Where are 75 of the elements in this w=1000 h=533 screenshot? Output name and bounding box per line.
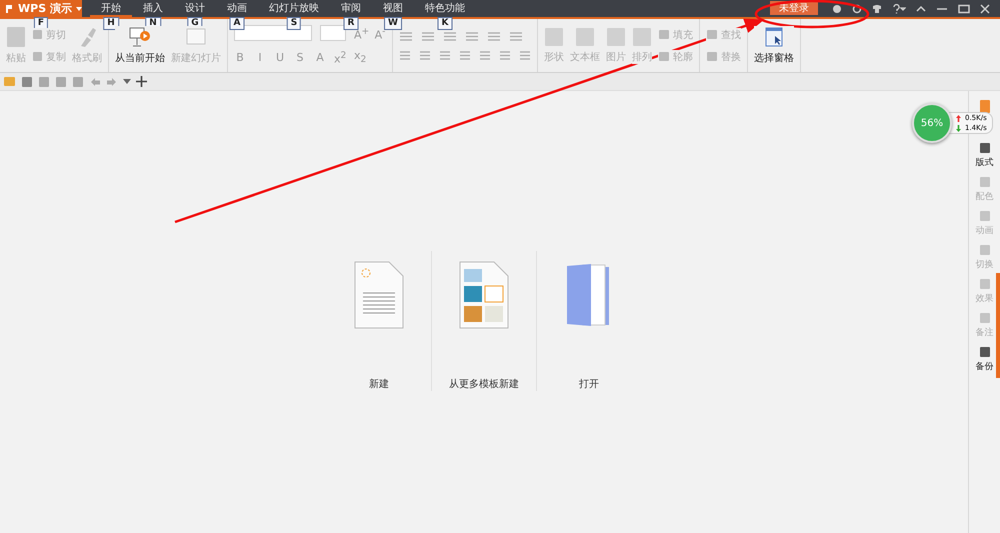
font-size-button[interactable]: A$^{-}$	[374, 26, 386, 42]
ribbon-tab[interactable]: 动画	[216, 0, 258, 17]
ribbon-tab[interactable]: 视图	[372, 0, 414, 17]
template-document-icon	[458, 261, 510, 329]
projector-play-icon	[128, 26, 152, 48]
keytip: H	[103, 17, 119, 30]
redo-icon	[106, 76, 118, 86]
align-icon	[519, 50, 531, 60]
align-icon	[399, 50, 411, 60]
align-icon	[439, 50, 451, 60]
launcher-item[interactable]: 新建	[327, 251, 431, 391]
document-icon	[978, 99, 990, 114]
selection-pane-button[interactable]: 选择窗格	[754, 26, 794, 65]
font-style-button[interactable]: x$^{2}$	[334, 50, 346, 66]
panel-icon	[978, 244, 990, 256]
align-icon	[479, 50, 491, 60]
pane-icon	[764, 26, 784, 48]
panel-icon	[978, 142, 990, 154]
launcher-item[interactable]: 打开	[536, 251, 641, 391]
panel-icon	[978, 210, 990, 222]
shirt-icon	[872, 4, 882, 14]
keytip: K	[438, 17, 452, 30]
list-icon	[421, 30, 435, 42]
list-icon	[487, 30, 501, 42]
ribbon-tab[interactable]: 插入	[132, 0, 174, 17]
launcher-item[interactable]: 从更多模板新建	[431, 251, 536, 391]
panel-icon	[978, 346, 990, 358]
close-icon	[980, 4, 990, 14]
align-icon	[459, 50, 471, 60]
undo-icon	[89, 76, 101, 86]
font-style-button[interactable]: A	[314, 51, 326, 64]
panel-icon	[978, 312, 990, 324]
keytip: R	[344, 17, 358, 30]
launcher-label: 从更多模板新建	[449, 378, 519, 391]
align-icon	[499, 50, 511, 60]
caret-icon	[123, 79, 131, 84]
list-icon	[399, 30, 413, 42]
logo-icon	[5, 4, 14, 14]
font-name-field[interactable]	[234, 25, 312, 42]
add-icon	[136, 76, 147, 87]
ribbon-button[interactable]: 从当前开始	[115, 26, 165, 65]
launcher-label: 新建	[369, 378, 389, 391]
list-icon	[465, 30, 479, 42]
refresh-icon	[852, 4, 862, 14]
font-style-button[interactable]: x$_{2}$	[354, 49, 366, 66]
down-arrow-icon	[956, 124, 961, 132]
ribbon-tab[interactable]: 特色功能	[414, 0, 476, 17]
help-icon	[892, 4, 906, 14]
ribbon-tab[interactable]: 审阅	[330, 0, 372, 17]
panel-icon	[978, 278, 990, 290]
keytip: W	[384, 17, 402, 30]
ribbon-tab[interactable]: 设计	[174, 0, 216, 17]
maximize-icon	[958, 4, 970, 14]
align-icon	[419, 50, 431, 60]
font-style-button[interactable]: S	[294, 51, 306, 64]
collapse-handle[interactable]	[996, 273, 1000, 378]
font-style-button[interactable]: I	[254, 51, 266, 64]
launcher-label: 打开	[579, 378, 599, 391]
font-style-button[interactable]: U	[274, 51, 286, 64]
collapse-icon	[916, 4, 926, 14]
app-menu-button[interactable]: WPS 演示	[0, 0, 82, 17]
up-arrow-icon	[956, 114, 961, 122]
keytip: A	[230, 17, 244, 30]
sidebar-item[interactable]: 备份	[976, 346, 994, 373]
panel-icon	[978, 176, 990, 188]
list-icon	[443, 30, 457, 42]
font-style-button[interactable]: B	[234, 51, 246, 64]
caret-icon	[76, 6, 82, 10]
keytip: S	[286, 17, 302, 30]
ribbon-tab[interactable]: 幻灯片放映	[258, 0, 330, 17]
memory-gauge[interactable]: 56%	[912, 103, 952, 143]
sidebar-item[interactable]: 版式	[976, 142, 994, 169]
blank-document-icon	[353, 261, 405, 329]
list-icon	[509, 30, 523, 42]
font-size-field[interactable]	[320, 25, 346, 42]
